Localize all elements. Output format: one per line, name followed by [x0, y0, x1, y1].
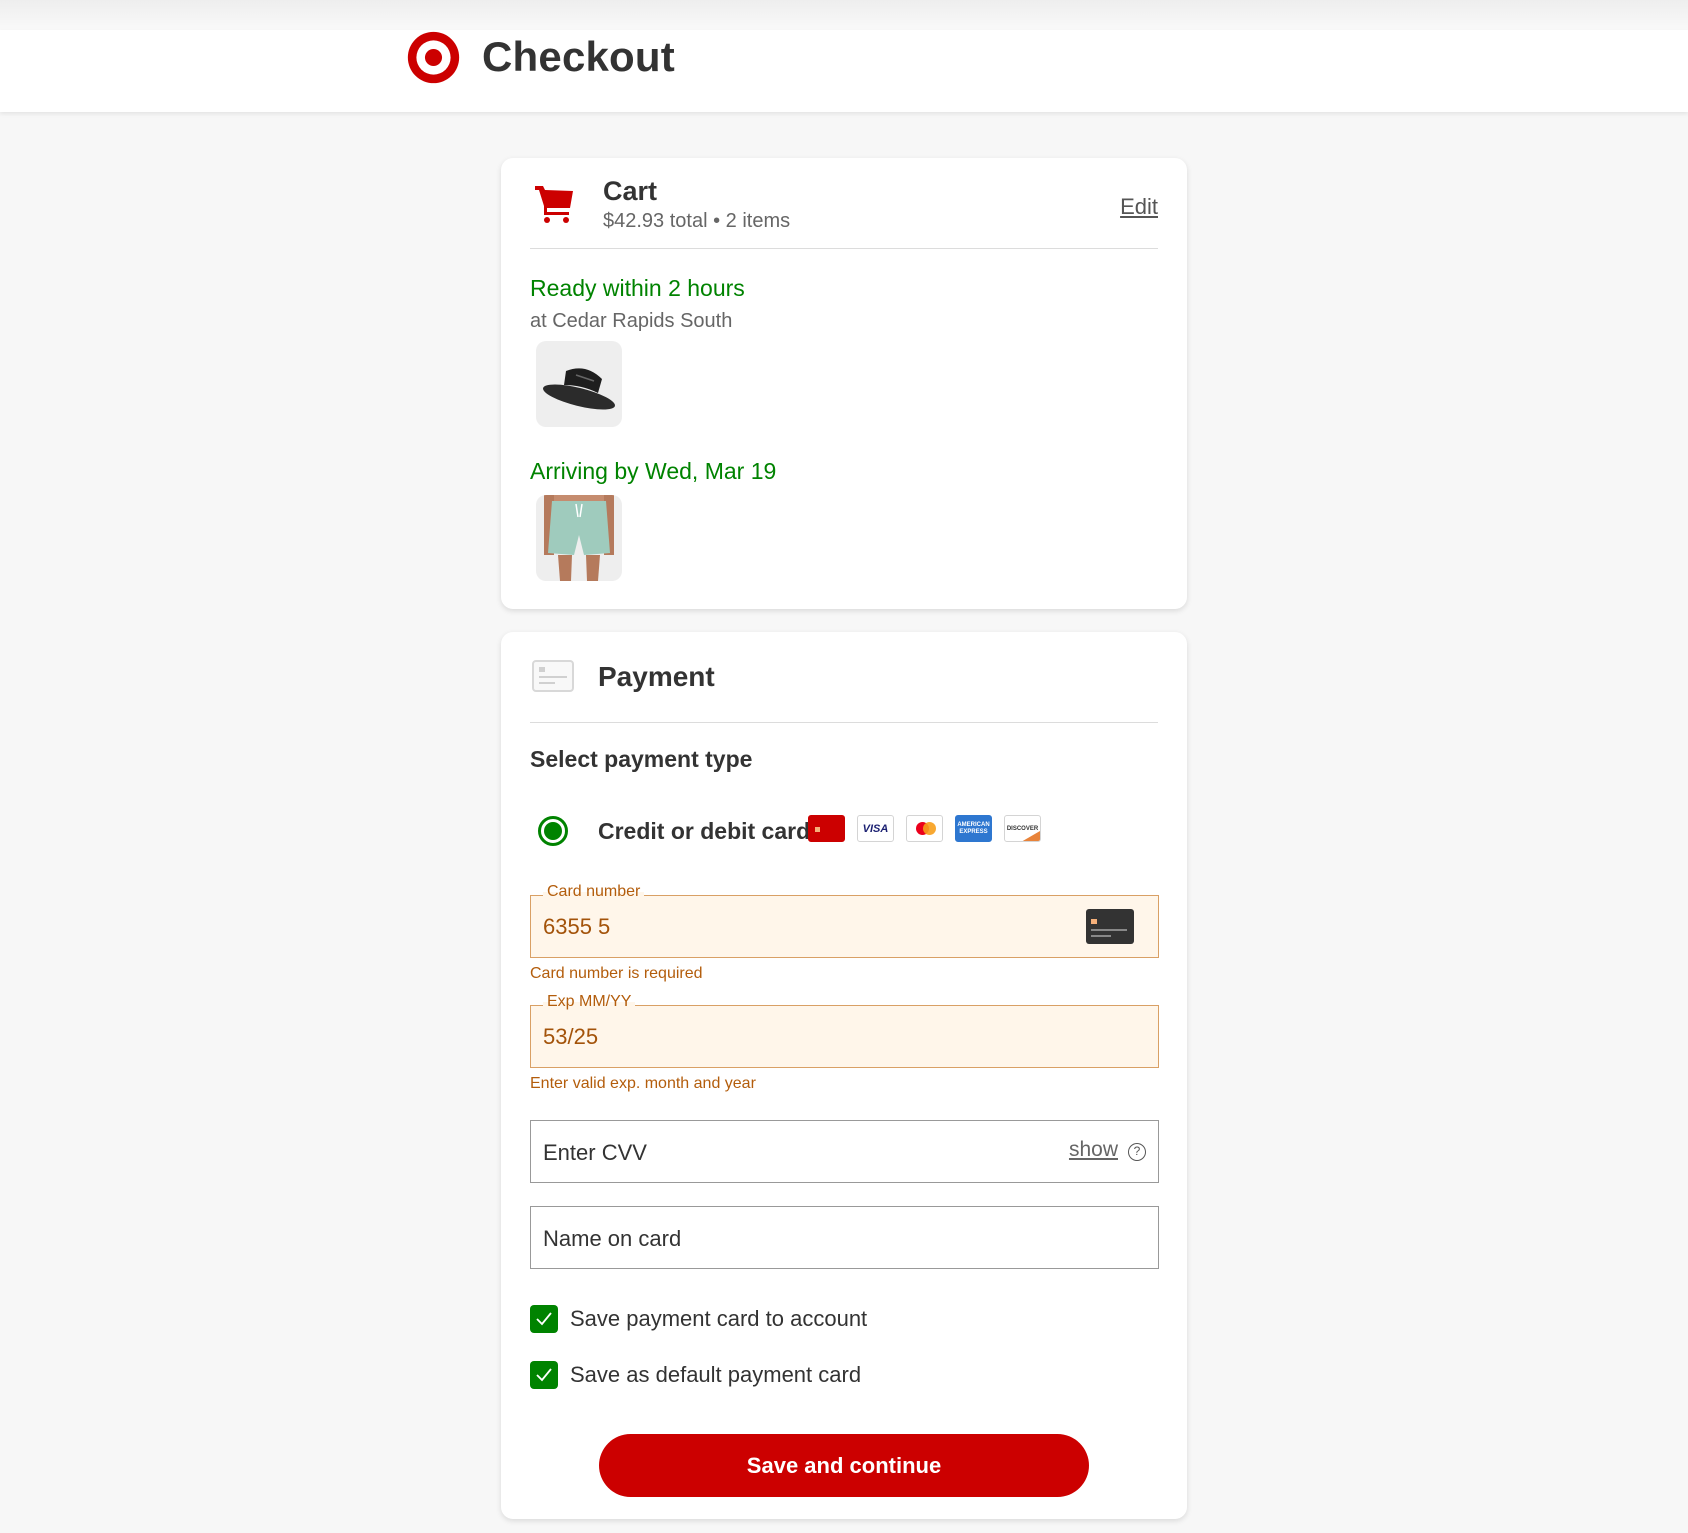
credit-card-icon [532, 660, 574, 692]
card-brand-list: VISA AMERICAN EXPRESS DISCOVER [808, 815, 1041, 842]
discover-logo-icon: DISCOVER [1004, 815, 1041, 842]
cart-card: Cart $42.93 total • 2 items Edit Ready w… [501, 158, 1187, 609]
name-on-card-field[interactable]: Name on card [530, 1206, 1159, 1269]
cvv-placeholder: Enter CVV [543, 1140, 647, 1165]
select-payment-type-label: Select payment type [530, 746, 753, 772]
save-and-continue-button[interactable]: Save and continue [599, 1434, 1089, 1497]
cart-icon [535, 186, 573, 223]
expiry-value[interactable]: 53/25 [543, 1024, 598, 1050]
card-number-value[interactable]: 6355 5 [543, 914, 610, 940]
cart-title: Cart [603, 176, 658, 206]
target-logo-icon [407, 31, 460, 84]
default-card-label: Save as default payment card [570, 1362, 862, 1387]
payment-title: Payment [598, 661, 715, 692]
amex-logo-icon: AMERICAN EXPRESS [955, 815, 992, 842]
page-title: Checkout [482, 33, 675, 80]
payment-divider [530, 722, 1158, 723]
sandal-image [543, 368, 615, 410]
payment-card: Payment Select payment type Credit or de… [501, 632, 1187, 1519]
delivery-status: Arriving by Wed, Mar 19 [530, 458, 777, 484]
checkout-header: Checkout [0, 30, 1688, 112]
card-number-error: Card number is required [530, 965, 703, 982]
redcard-logo-icon [808, 815, 845, 842]
show-cvv-link[interactable]: show [1069, 1138, 1118, 1162]
edit-cart-link[interactable]: Edit [1120, 194, 1158, 220]
cart-summary: $42.93 total • 2 items [603, 210, 791, 232]
product-thumbnail-shorts[interactable] [536, 495, 622, 581]
cart-divider [530, 248, 1158, 249]
help-icon[interactable]: ? [1128, 1143, 1146, 1161]
product-thumbnail-sandal[interactable] [536, 341, 622, 427]
credit-card-radio[interactable] [538, 816, 568, 846]
checkmark-icon [536, 1312, 552, 1326]
pickup-status: Ready within 2 hours [530, 275, 745, 301]
mastercard-logo-icon [906, 815, 943, 842]
default-card-checkbox-row[interactable]: Save as default payment card [530, 1361, 861, 1389]
card-number-field[interactable]: Card number 6355 5 [530, 883, 1159, 958]
card-preview-icon [1086, 909, 1134, 944]
expiry-field[interactable]: Exp MM/YY 53/25 [530, 993, 1159, 1068]
checkmark-icon [536, 1368, 552, 1382]
expiry-error: Enter valid exp. month and year [530, 1075, 756, 1092]
browser-top-strip [0, 0, 1688, 30]
default-card-checkbox[interactable] [530, 1361, 558, 1389]
expiry-label: Exp MM/YY [543, 993, 636, 1011]
visa-logo-icon: VISA [857, 815, 894, 842]
card-number-label: Card number [543, 883, 645, 901]
credit-card-option-label[interactable]: Credit or debit card [598, 818, 810, 845]
shorts-image [544, 495, 614, 581]
save-card-checkbox-row[interactable]: Save payment card to account [530, 1305, 867, 1333]
cvv-field[interactable]: Enter CVV show ? [530, 1120, 1159, 1183]
save-card-label: Save payment card to account [570, 1306, 868, 1331]
save-card-checkbox[interactable] [530, 1305, 558, 1333]
pickup-location: at Cedar Rapids South [530, 310, 733, 332]
name-on-card-placeholder: Name on card [543, 1226, 682, 1251]
